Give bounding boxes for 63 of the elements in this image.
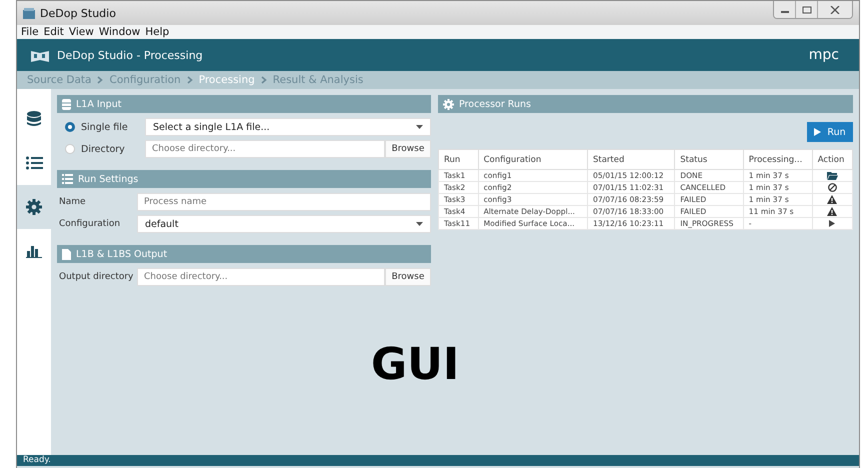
file-dropdown[interactable]: Select a single L1A file...	[145, 118, 431, 136]
document-icon	[62, 248, 71, 260]
chevron-icon	[260, 76, 267, 84]
overlay-label: GUI	[371, 339, 460, 390]
play-icon	[814, 128, 822, 136]
play-icon[interactable]	[829, 220, 836, 228]
field-label: Name	[59, 197, 87, 207]
column-header[interactable]: Processing...	[743, 150, 812, 170]
settings-icon	[443, 98, 454, 110]
maximize-icon	[802, 6, 812, 14]
app-title: DeDop Studio - Processing	[57, 48, 203, 62]
close-icon	[830, 6, 840, 14]
app-icon	[23, 8, 35, 18]
radio-label: Single file	[81, 122, 128, 132]
column-header[interactable]: Status	[674, 150, 744, 170]
caret-icon	[416, 222, 423, 226]
gear-tab[interactable]	[17, 185, 51, 229]
menu-item[interactable]: Window	[98, 26, 140, 38]
radio-option[interactable]: Directory	[59, 144, 145, 154]
menu-item[interactable]: Edit	[44, 26, 64, 38]
configuration-dropdown[interactable]: default	[137, 215, 431, 233]
minimize-button[interactable]	[774, 1, 796, 18]
panel-title: Processor Runs	[459, 98, 531, 110]
list-icon	[62, 174, 73, 184]
settings-icon	[26, 199, 42, 215]
bar-chart-icon	[26, 244, 42, 258]
menu-item[interactable]: Help	[145, 26, 170, 38]
warning-icon[interactable]	[827, 207, 838, 216]
chevron-icon	[186, 76, 193, 84]
column-header[interactable]: Configuration	[478, 150, 588, 170]
maximize-button[interactable]	[796, 1, 818, 18]
window-title: DeDop Studio	[40, 6, 116, 20]
logo-icon	[31, 48, 49, 62]
database-icon	[62, 98, 71, 110]
output-directory-field[interactable]: Choose directory...	[137, 268, 385, 286]
status-text: Ready.	[23, 455, 51, 465]
column-header[interactable]: Started	[588, 150, 675, 170]
radio-button[interactable]	[65, 122, 75, 132]
chevron-icon	[97, 76, 104, 84]
directory-field[interactable]: Choose directory...	[145, 140, 385, 158]
field-label: Output directory	[59, 272, 134, 282]
menu-item[interactable]: File	[21, 26, 39, 38]
caret-icon	[416, 125, 423, 129]
brand-label: mpc	[808, 47, 839, 63]
cancel-icon[interactable]	[828, 183, 837, 192]
database-icon	[27, 111, 41, 127]
column-header[interactable]: Run	[438, 150, 478, 170]
panel-title: Run Settings	[78, 174, 138, 184]
field-label: Configuration	[59, 219, 122, 229]
browse-button[interactable]: Browse	[385, 268, 431, 286]
close-button[interactable]	[818, 1, 852, 18]
folder-icon[interactable]	[826, 172, 838, 180]
panel-title: L1A Input	[76, 98, 122, 110]
menu-item[interactable]: View	[68, 26, 94, 38]
radio-label: Directory	[81, 144, 125, 154]
panel-title: L1B & L1BS Output	[76, 248, 168, 260]
radio-option[interactable]: Single file	[59, 122, 145, 132]
column-header[interactable]: Action	[812, 150, 852, 170]
list-icon	[26, 156, 42, 170]
warning-icon[interactable]	[827, 195, 838, 204]
run-button[interactable]: Run	[807, 122, 853, 142]
browse-button[interactable]: Browse	[385, 140, 431, 158]
name-field[interactable]: Process name	[137, 193, 431, 211]
